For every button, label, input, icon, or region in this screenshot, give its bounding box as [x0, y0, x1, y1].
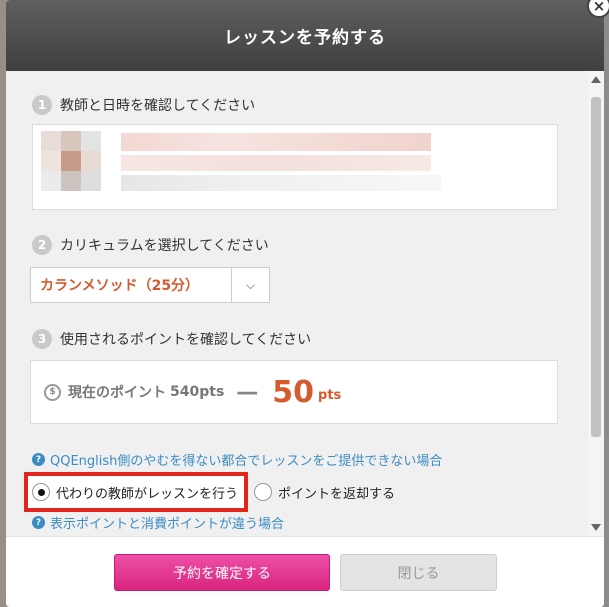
question-icon: ? — [32, 453, 45, 466]
blurred-lesson-time — [121, 175, 441, 191]
radio-refund-points[interactable] — [254, 483, 273, 501]
option-refund-points: ポイントを返却する — [254, 483, 395, 502]
blurred-avatar-tile — [41, 131, 61, 151]
step-label: カリキュラムを選択してください — [60, 238, 269, 254]
current-points-value: 540pts — [170, 384, 225, 400]
modal-scrollbar[interactable] — [588, 71, 604, 536]
highlighted-option: 代わりの教師がレッスンを行う — [24, 472, 249, 512]
step-label: 使用されるポイントを確認してください — [60, 332, 312, 348]
modal-body: 1 教師と日時を確認してください 2 カリキュラムを選択してください カランメソ… — [6, 71, 588, 536]
blurred-avatar-tile — [41, 151, 61, 171]
blurred-avatar-tile — [61, 171, 81, 191]
confirm-reservation-button[interactable]: 予約を確定する — [114, 554, 330, 591]
blurred-avatar-tile — [81, 171, 101, 191]
blurred-lesson-date — [121, 155, 431, 171]
step-3: 3 使用されるポイントを確認してください — [32, 329, 311, 349]
step-1: 1 教師と日時を確認してください — [32, 95, 255, 115]
coin-icon: $ — [44, 383, 61, 401]
help-link-text[interactable]: QQEnglish側のやむを得ない都合でレッスンをご提供できない場合 — [50, 450, 442, 469]
radio-selected-dot — [37, 488, 45, 496]
step-number: 3 — [32, 329, 52, 349]
teacher-datetime-box — [32, 124, 558, 210]
minus-icon: — — [236, 379, 259, 405]
help-link-text[interactable]: 表示ポイントと消費ポイントが違う場合 — [50, 513, 284, 532]
close-button[interactable]: 閉じる — [340, 554, 497, 591]
modal-footer: 予約を確定する 閉じる — [6, 536, 604, 607]
modal-header: レッスンを予約する — [6, 0, 604, 71]
radio-label-refund-points[interactable]: ポイントを返却する — [278, 483, 395, 502]
fallback-options: 代わりの教師がレッスンを行う ポイントを返却する — [24, 472, 395, 512]
scroll-thumb[interactable] — [591, 97, 601, 437]
chevron-down-icon[interactable]: ⌵ — [232, 268, 269, 302]
help-link-unavailable[interactable]: ? QQEnglish側のやむを得ない都合でレッスンをご提供できない場合 — [32, 450, 442, 469]
points-summary: $ 現在のポイント 540pts — 50 pts — [30, 360, 558, 424]
help-link-points-diff[interactable]: ? 表示ポイントと消費ポイントが違う場合 — [32, 513, 284, 532]
blurred-avatar-tile — [81, 131, 101, 151]
radio-replace-teacher[interactable] — [32, 483, 50, 501]
question-icon: ? — [32, 516, 45, 529]
blurred-teacher-name — [121, 133, 431, 151]
blurred-avatar-tile — [61, 151, 81, 171]
blurred-avatar-tile — [41, 171, 61, 191]
used-points-unit: pts — [318, 387, 342, 403]
current-points-label: 現在のポイント — [68, 385, 166, 401]
blurred-avatar-tile — [61, 131, 81, 151]
curriculum-selected-value: カランメソッド（25分） — [31, 268, 232, 302]
step-number: 2 — [32, 235, 52, 255]
step-number: 1 — [32, 95, 52, 115]
step-label: 教師と日時を確認してください — [60, 98, 256, 114]
scroll-up-icon[interactable] — [591, 76, 601, 83]
radio-label-replace-teacher[interactable]: 代わりの教師がレッスンを行う — [56, 483, 238, 502]
used-points-value: 50 — [272, 374, 315, 410]
modal-title: レッスンを予約する — [224, 28, 386, 48]
step-2: 2 カリキュラムを選択してください — [32, 235, 269, 255]
blurred-avatar-tile — [81, 151, 101, 171]
curriculum-select[interactable]: カランメソッド（25分） ⌵ — [30, 267, 270, 303]
reservation-modal: レッスンを予約する 1 教師と日時を確認してください 2 カリキュラムを選択して… — [6, 0, 604, 607]
scroll-down-icon[interactable] — [591, 524, 601, 531]
